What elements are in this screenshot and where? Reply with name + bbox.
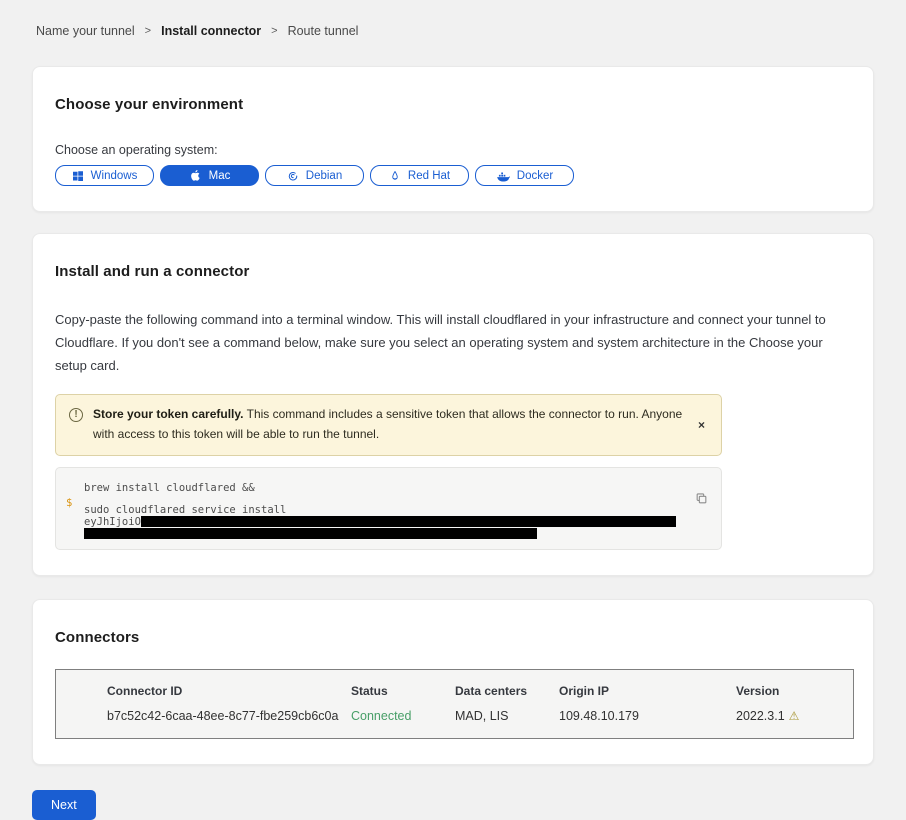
connectors-title: Connectors xyxy=(55,629,851,646)
column-header-version: Version xyxy=(736,684,853,698)
apple-icon xyxy=(189,169,202,182)
data-centers-value: MAD, LIS xyxy=(455,709,559,723)
token-line: eyJhIjoiO xyxy=(84,516,705,528)
os-button-label: Debian xyxy=(306,170,342,182)
operating-system-label: Choose an operating system: xyxy=(55,143,851,157)
windows-icon xyxy=(72,170,84,182)
breadcrumb-route-tunnel[interactable]: Route tunnel xyxy=(288,24,359,38)
shell-prompt: $ xyxy=(66,497,84,509)
connector-id-value: b7c52c42-6caa-48ee-8c77-fbe259cb6c0a xyxy=(107,709,351,723)
os-button-docker[interactable]: Docker xyxy=(475,165,574,186)
install-command-codeblock: $ brew install cloudflared && sudo cloud… xyxy=(55,467,722,550)
version-value: 2022.3.1 ⚠ xyxy=(736,709,853,723)
choose-environment-card: Choose your environment Choose an operat… xyxy=(32,66,874,212)
next-button[interactable]: Next xyxy=(32,790,96,820)
breadcrumb-name-your-tunnel[interactable]: Name your tunnel xyxy=(36,24,135,38)
table-row: b7c52c42-6caa-48ee-8c77-fbe259cb6c0a Con… xyxy=(107,709,853,723)
os-button-redhat[interactable]: Red Hat xyxy=(370,165,469,186)
os-button-label: Mac xyxy=(209,170,231,182)
os-button-label: Docker xyxy=(517,170,553,182)
code-line-brew-install: brew install cloudflared && xyxy=(84,482,705,494)
install-connector-card: Install and run a connector Copy-paste t… xyxy=(32,233,874,576)
token-prefix-text: eyJhIjoiO xyxy=(84,516,141,528)
column-header-status: Status xyxy=(351,684,455,698)
column-header-data-centers: Data centers xyxy=(455,684,559,698)
close-icon[interactable]: × xyxy=(694,417,709,433)
code-line-service-install: sudo cloudflared service install xyxy=(84,504,705,516)
token-warning-alert: ! Store your token carefully. This comma… xyxy=(55,394,722,456)
docker-icon xyxy=(496,170,510,182)
choose-environment-title: Choose your environment xyxy=(55,96,851,113)
status-badge: Connected xyxy=(351,709,455,723)
token-warning-text: Store your token carefully. This command… xyxy=(93,405,684,445)
breadcrumb: Name your tunnel > Install connector > R… xyxy=(0,0,906,38)
os-button-windows[interactable]: Windows xyxy=(55,165,154,186)
os-button-label: Red Hat xyxy=(408,170,450,182)
warning-triangle-icon: ⚠ xyxy=(789,710,800,722)
token-warning-bold: Store your token carefully. xyxy=(93,407,244,421)
install-connector-title: Install and run a connector xyxy=(55,263,851,280)
os-button-mac[interactable]: Mac xyxy=(160,165,259,186)
debian-icon xyxy=(287,170,299,182)
breadcrumb-separator: > xyxy=(271,25,277,37)
column-header-origin-ip: Origin IP xyxy=(559,684,736,698)
breadcrumb-install-connector[interactable]: Install connector xyxy=(161,24,261,38)
install-description: Copy-paste the following command into a … xyxy=(55,309,851,377)
info-circle-icon: ! xyxy=(69,408,83,422)
connectors-table: Connector ID Status Data centers Origin … xyxy=(55,669,854,739)
os-button-debian[interactable]: Debian xyxy=(265,165,364,186)
connectors-table-header: Connector ID Status Data centers Origin … xyxy=(107,684,853,698)
token-redaction-bar xyxy=(141,516,676,527)
breadcrumb-separator: > xyxy=(145,25,151,37)
token-redaction-bar xyxy=(84,528,537,539)
origin-ip-value: 109.48.10.179 xyxy=(559,709,736,723)
copy-icon[interactable] xyxy=(695,492,708,508)
os-button-label: Windows xyxy=(91,170,138,182)
redhat-icon xyxy=(389,170,401,182)
os-button-group: Windows Mac Debian Red Hat Docker xyxy=(55,165,851,186)
column-header-connector-id: Connector ID xyxy=(107,684,351,698)
